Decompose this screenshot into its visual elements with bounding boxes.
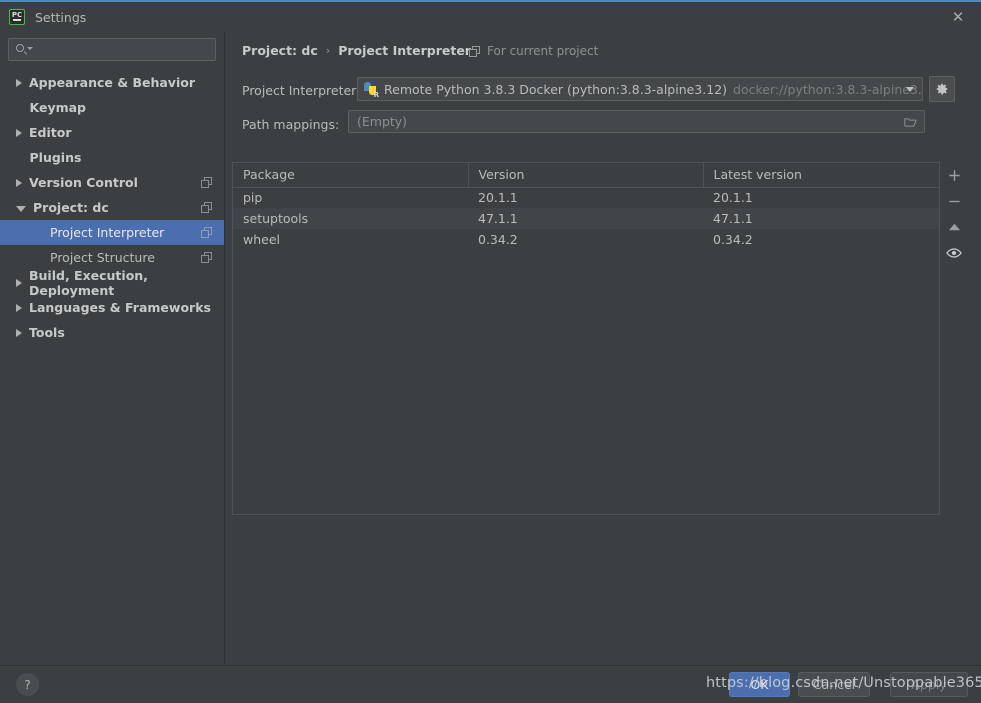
settings-tree: Appearance & Behavior Keymap Editor Plugins… (0, 70, 224, 345)
sidebar-item-appearance-behavior[interactable]: Appearance & Behavior (0, 70, 224, 95)
sidebar-item-plugins[interactable]: Plugins (0, 145, 224, 170)
sidebar-item-label: Tools (29, 325, 65, 340)
copy-settings-icon (201, 227, 212, 238)
cancel-button[interactable]: Cancel (798, 672, 870, 697)
sidebar-item-label: Plugins (29, 150, 82, 165)
packages-table: Package Version Latest version pip 20.1.1 20… (233, 163, 939, 250)
upgrade-package-button[interactable] (940, 214, 968, 240)
sidebar-item-label: Appearance & Behavior (29, 75, 195, 90)
for-current-project-label: For current project (469, 44, 598, 58)
sidebar-item-version-control[interactable]: Version Control (0, 170, 224, 195)
cell-package: pip (233, 187, 468, 208)
path-mappings-field[interactable]: (Empty) (348, 110, 925, 133)
path-mappings-value: (Empty) (357, 114, 408, 129)
folder-icon[interactable] (904, 117, 917, 128)
chevron-right-icon[interactable] (16, 128, 22, 137)
packages-toolbar (940, 162, 968, 515)
install-package-button[interactable] (940, 162, 968, 188)
sidebar-item-label: Languages & Frameworks (29, 300, 211, 315)
breadcrumb-root[interactable]: Project: dc (242, 43, 318, 58)
chevron-right-icon[interactable] (16, 303, 22, 312)
apply-button[interactable]: Apply (890, 672, 968, 697)
column-header-version[interactable]: Version (468, 163, 704, 188)
search-input[interactable] (30, 41, 215, 58)
chevron-right-icon[interactable] (16, 328, 22, 337)
dialog-footer: ? OK Cancel Apply (0, 665, 981, 703)
chevron-right-icon[interactable] (16, 78, 22, 87)
table-row[interactable]: setuptools 47.1.1 47.1.1 (233, 208, 939, 229)
cell-latest: 0.34.2 (703, 229, 939, 250)
cell-version: 47.1.1 (468, 208, 703, 229)
chevron-down-icon[interactable] (16, 205, 26, 212)
sidebar-item-project-structure[interactable]: Project Structure (0, 245, 224, 270)
gear-icon (935, 82, 949, 96)
cell-version: 20.1.1 (468, 187, 703, 208)
column-header-package[interactable]: Package (233, 163, 469, 188)
search-container (0, 32, 224, 61)
sidebar-item-keymap[interactable]: Keymap (0, 95, 224, 120)
table-row[interactable]: wheel 0.34.2 0.34.2 (233, 229, 939, 250)
breadcrumb-separator: › (325, 44, 331, 57)
sidebar-item-label: Project Structure (50, 250, 155, 265)
sidebar-item-project-interpreter[interactable]: Project Interpreter (0, 220, 224, 245)
project-interpreter-label: Project Interpreter: (242, 83, 361, 98)
cell-version: 0.34.2 (468, 229, 703, 250)
sidebar-item-label: Project Interpreter (50, 225, 165, 240)
sidebar-item-tools[interactable]: Tools (0, 320, 224, 345)
interpreter-path: docker://python:3.8.3-alpine3.12/pytho (733, 81, 922, 97)
settings-dialog: PC Settings ✕ Appearance & Behavior Keyma… (0, 0, 981, 703)
help-button[interactable]: ? (16, 673, 39, 696)
close-icon[interactable]: ✕ (935, 2, 981, 32)
title-bar: PC Settings ✕ (0, 2, 981, 32)
sidebar-item-label: Keymap (29, 100, 87, 115)
table-body: pip 20.1.1 20.1.1 setuptools 47.1.1 47.1.1 whe… (233, 187, 939, 250)
for-current-project-text: For current project (487, 44, 599, 58)
python-remote-icon: R (363, 81, 379, 98)
sidebar-item-label: Build, Execution, Deployment (29, 267, 148, 298)
table-header-row: Package Version Latest version (233, 163, 939, 188)
settings-sidebar: Appearance & Behavior Keymap Editor Plugins… (0, 32, 225, 665)
sidebar-item-label: Project: dc (33, 200, 109, 215)
interpreter-name: Remote Python 3.8.3 Docker (python:3.8.3… (384, 81, 728, 97)
path-mappings-label: Path mappings: (242, 117, 340, 132)
cell-latest: 20.1.1 (703, 187, 939, 208)
chevron-down-icon (906, 87, 914, 92)
pycharm-icon: PC (9, 9, 25, 25)
search-box[interactable] (8, 38, 216, 61)
cell-latest: 47.1.1 (703, 208, 939, 229)
cell-package: setuptools (233, 208, 468, 229)
copy-settings-icon (201, 252, 212, 263)
cell-package: wheel (233, 229, 468, 250)
search-icon (16, 43, 33, 57)
chevron-right-icon[interactable] (16, 278, 22, 287)
ok-button[interactable]: OK (729, 672, 790, 697)
interpreter-settings-gear-button[interactable] (929, 76, 955, 102)
copy-settings-icon (469, 45, 480, 57)
column-header-latest-version[interactable]: Latest version (703, 163, 939, 188)
breadcrumb-current: Project Interpreter (338, 43, 471, 58)
main-panel: Project: dc › Project Interpreter For cu… (226, 32, 981, 665)
sidebar-item-languages-frameworks[interactable]: Languages & Frameworks (0, 295, 224, 320)
sidebar-item-project-dc[interactable]: Project: dc (0, 195, 224, 220)
project-interpreter-dropdown[interactable]: R Remote Python 3.8.3 Docker (python:3.8… (357, 77, 923, 101)
table-row[interactable]: pip 20.1.1 20.1.1 (233, 187, 939, 208)
packages-table-container: Package Version Latest version pip 20.1.1 20… (232, 162, 940, 515)
sidebar-item-build-execution-deployment[interactable]: Build, Execution, Deployment (0, 267, 224, 298)
sidebar-item-label: Editor (29, 125, 72, 140)
sidebar-item-editor[interactable]: Editor (0, 120, 224, 145)
breadcrumb: Project: dc › Project Interpreter (242, 43, 471, 58)
show-early-releases-button[interactable] (940, 240, 968, 266)
window-title: Settings (35, 9, 87, 25)
copy-settings-icon (201, 177, 212, 188)
uninstall-package-button[interactable] (940, 188, 968, 214)
sidebar-item-label: Version Control (29, 175, 138, 190)
chevron-right-icon[interactable] (16, 178, 22, 187)
copy-settings-icon (201, 202, 212, 213)
